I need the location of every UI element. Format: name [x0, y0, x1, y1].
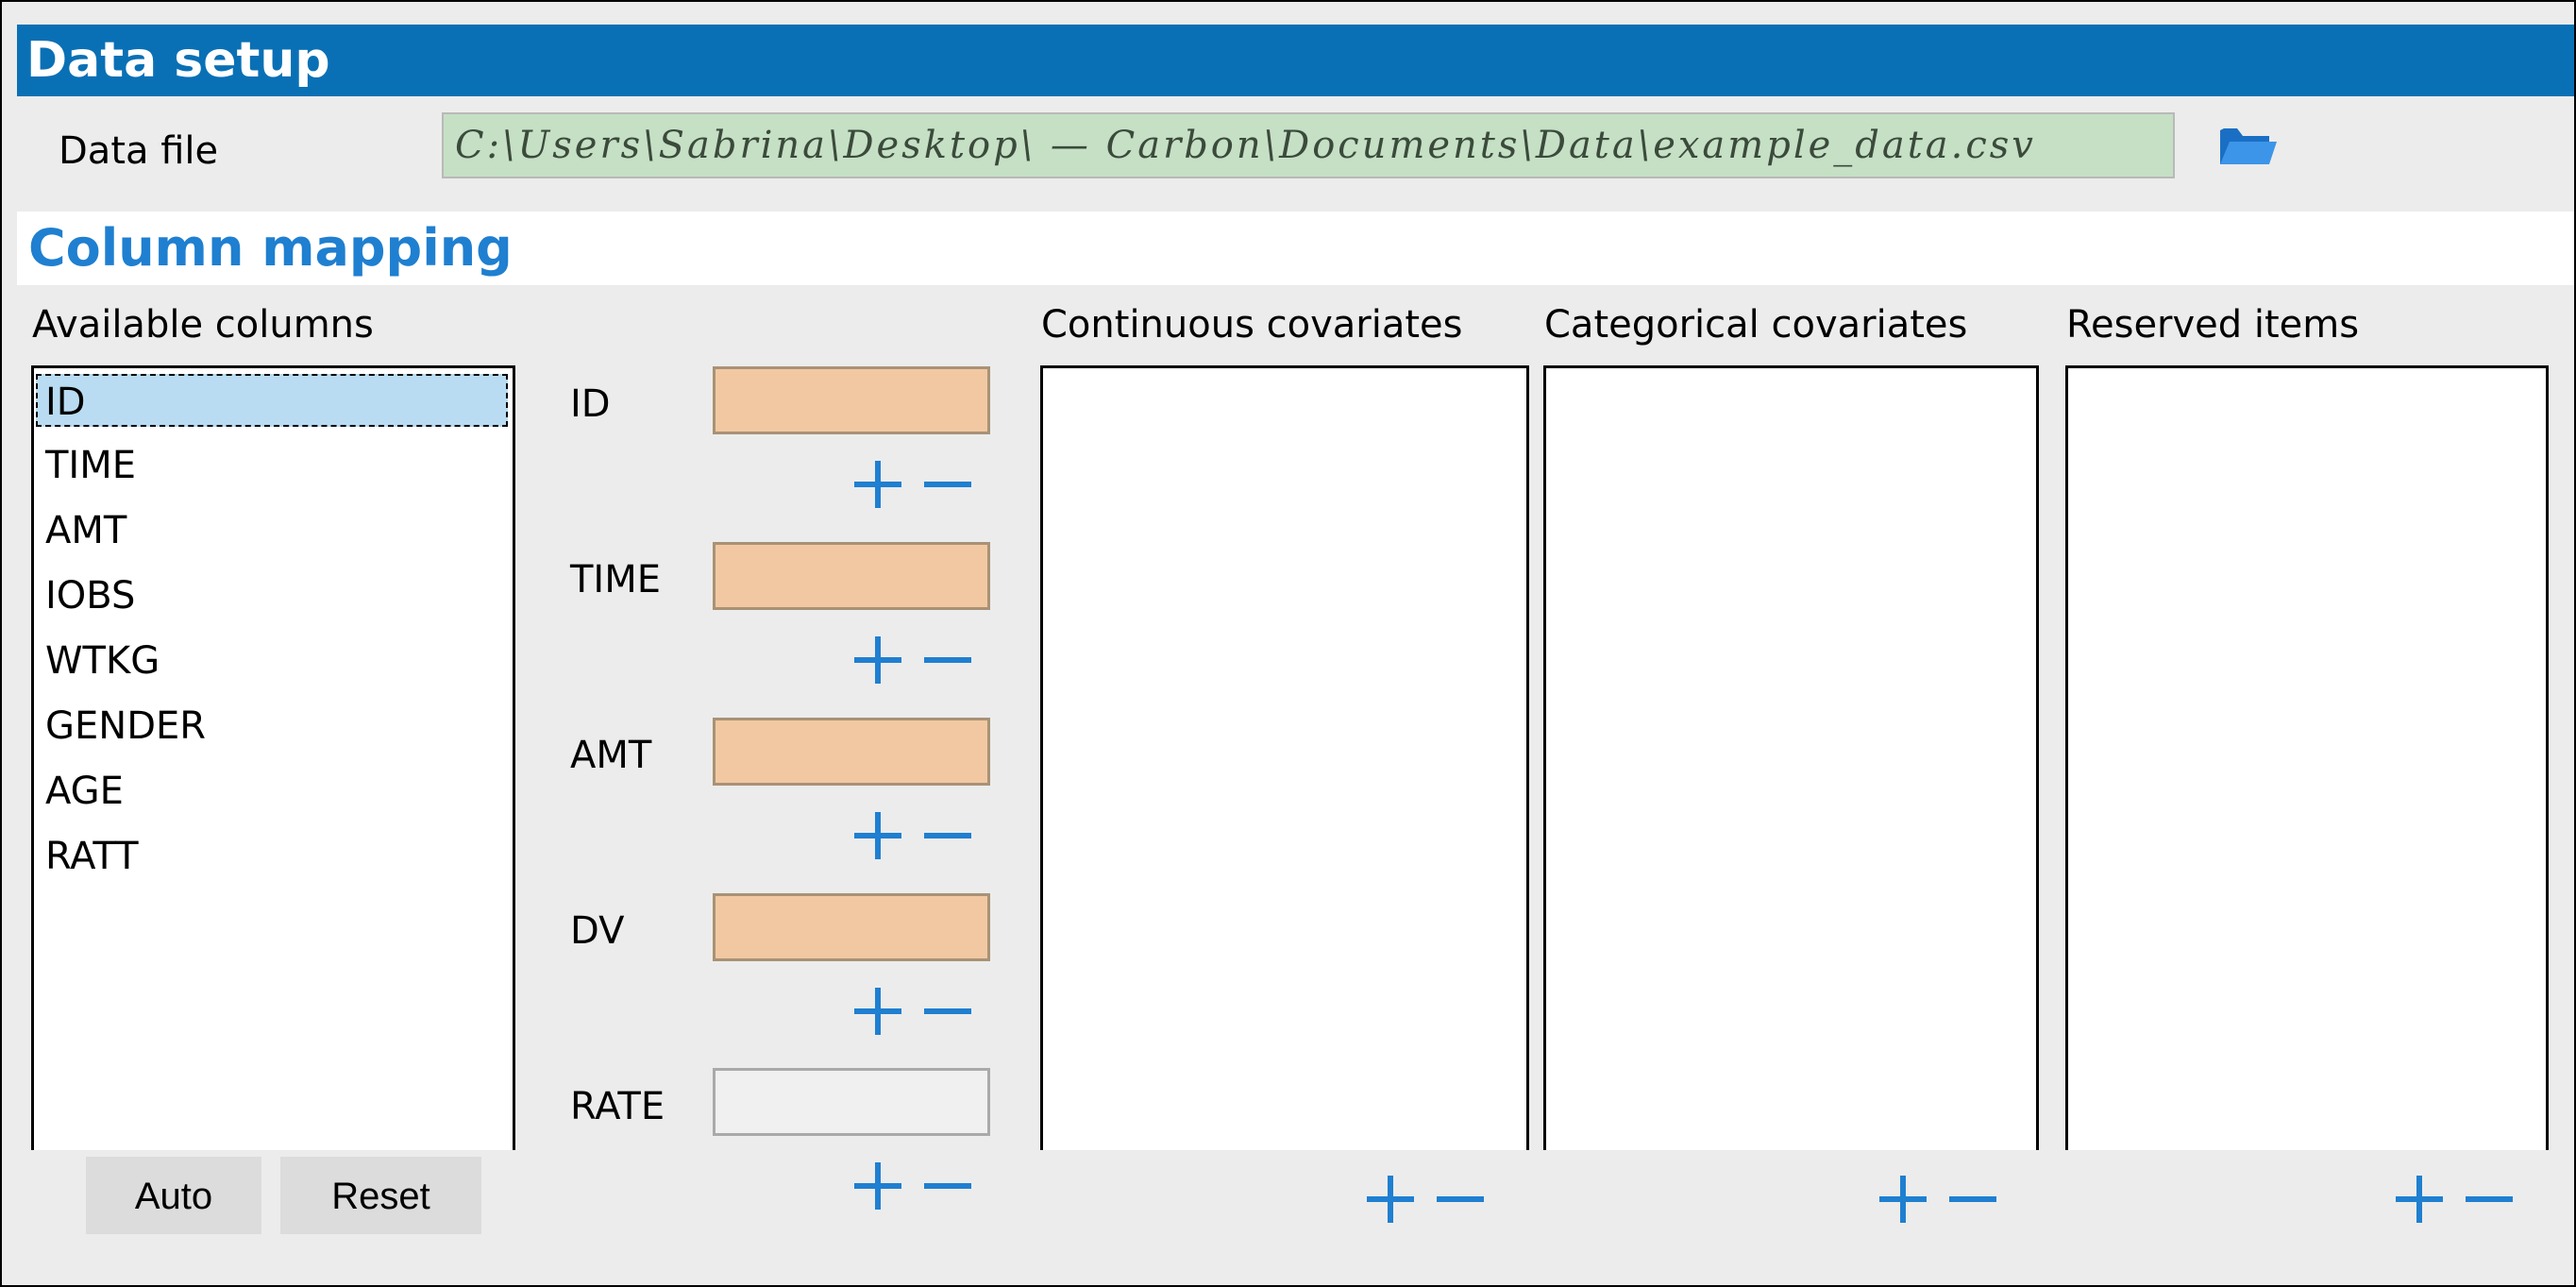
- mapping-id-controls: [845, 450, 977, 516]
- continuous-covariates-controls: [1357, 1165, 1490, 1231]
- panel-title: Data setup: [17, 25, 2574, 96]
- mapping-label-rate: RATE: [570, 1085, 665, 1128]
- continuous-covariates-list[interactable]: [1040, 365, 1529, 1150]
- list-item-wtkg[interactable]: WTKG: [40, 635, 160, 687]
- list-item-ratt[interactable]: RATT: [40, 830, 139, 883]
- mapping-rate-controls: [845, 1152, 977, 1218]
- plus-icon[interactable]: [845, 987, 911, 1035]
- mapping-label-id: ID: [570, 382, 611, 426]
- mapping-dv-controls: [845, 977, 977, 1043]
- list-item-iobs[interactable]: IOBS: [40, 569, 135, 622]
- minus-icon[interactable]: [2454, 1175, 2517, 1222]
- list-item-gender[interactable]: GENDER: [40, 700, 206, 753]
- list-item-id[interactable]: ID: [36, 374, 508, 427]
- minus-icon[interactable]: [1425, 1175, 1488, 1222]
- available-columns-header: Available columns: [32, 303, 374, 347]
- column-mapping-title: Column mapping: [17, 212, 2574, 285]
- plus-icon[interactable]: [845, 811, 911, 859]
- minus-icon[interactable]: [913, 1161, 975, 1209]
- mapping-label-dv: DV: [570, 909, 625, 953]
- mapping-field-id[interactable]: [713, 366, 990, 434]
- list-item-amt[interactable]: AMT: [40, 504, 126, 557]
- browse-button[interactable]: [2216, 121, 2279, 172]
- mapping-field-amt[interactable]: [713, 718, 990, 786]
- plus-icon[interactable]: [1870, 1175, 1936, 1223]
- reserved-items-controls: [2386, 1165, 2518, 1231]
- mapping-label-amt: AMT: [570, 734, 652, 777]
- plus-icon[interactable]: [2386, 1175, 2452, 1223]
- data-file-label: Data file: [59, 129, 219, 173]
- mapping-field-time[interactable]: [713, 542, 990, 610]
- mapping-field-rate[interactable]: [713, 1068, 990, 1136]
- continuous-covariates-header: Continuous covariates: [1041, 303, 1463, 347]
- plus-icon[interactable]: [845, 1161, 911, 1210]
- reserved-items-header: Reserved items: [2066, 303, 2360, 347]
- auto-button[interactable]: Auto: [86, 1157, 261, 1234]
- minus-icon[interactable]: [1938, 1175, 2000, 1222]
- plus-icon[interactable]: [845, 460, 911, 508]
- categorical-covariates-header: Categorical covariates: [1544, 303, 1968, 347]
- reserved-items-list[interactable]: [2065, 365, 2549, 1150]
- categorical-covariates-list[interactable]: [1543, 365, 2039, 1150]
- plus-icon[interactable]: [1357, 1175, 1423, 1223]
- minus-icon[interactable]: [913, 811, 975, 858]
- reset-button[interactable]: Reset: [280, 1157, 481, 1234]
- minus-icon[interactable]: [913, 987, 975, 1034]
- folder-open-icon: [2220, 128, 2277, 164]
- plus-icon[interactable]: [845, 635, 911, 684]
- minus-icon[interactable]: [913, 635, 975, 683]
- data-file-field[interactable]: C:\Users\Sabrina\Desktop\ — Carbon\Docum…: [442, 112, 2175, 178]
- available-columns-list[interactable]: ID TIME AMT IOBS WTKG GENDER AGE RATT: [31, 365, 515, 1150]
- mapping-label-time: TIME: [570, 558, 662, 601]
- list-item-age[interactable]: AGE: [40, 765, 124, 818]
- mapping-field-dv[interactable]: [713, 893, 990, 961]
- list-item-time[interactable]: TIME: [40, 439, 136, 492]
- mapping-amt-controls: [845, 802, 977, 868]
- mapping-time-controls: [845, 626, 977, 692]
- minus-icon[interactable]: [913, 460, 975, 507]
- data-setup-panel: Data setup Data file C:\Users\Sabrina\De…: [0, 0, 2576, 1287]
- categorical-covariates-controls: [1870, 1165, 2002, 1231]
